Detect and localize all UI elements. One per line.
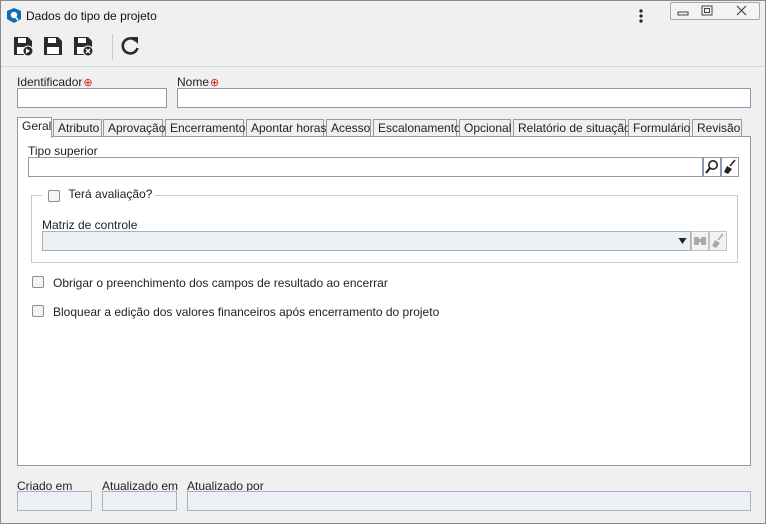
matriz-view-button[interactable] <box>691 231 709 251</box>
obrigar-checkbox[interactable] <box>32 276 44 288</box>
avaliacao-legend: Terá avaliação? <box>42 187 156 203</box>
tab-formulario[interactable]: Formulário <box>628 119 690 137</box>
avaliacao-groupbox: Terá avaliação? Matriz de controle <box>31 187 738 263</box>
window-controls <box>670 2 760 20</box>
tab-geral[interactable]: Geral <box>17 117 52 138</box>
window-title: Dados do tipo de projeto <box>26 9 157 23</box>
clear-button[interactable] <box>721 157 739 177</box>
save-and-close-button[interactable] <box>72 35 94 57</box>
refresh-button[interactable] <box>119 35 141 57</box>
minimize-icon[interactable] <box>671 3 695 19</box>
tab-atributo[interactable]: Atributo <box>53 119 102 137</box>
bloquear-label: Bloquear a edição dos valores financeiro… <box>53 305 440 319</box>
tipo-superior-input[interactable] <box>29 158 702 176</box>
save-and-new-button[interactable] <box>12 35 34 57</box>
search-button[interactable] <box>703 157 721 177</box>
broom-icon <box>712 233 724 248</box>
identificador-field[interactable] <box>17 88 167 108</box>
nome-field[interactable] <box>177 88 751 108</box>
app-icon <box>7 8 21 23</box>
atualizado-por-field <box>187 491 751 511</box>
tab-aprovacao[interactable]: Aprovação <box>103 119 165 137</box>
title-bar[interactable]: Dados do tipo de projeto <box>1 1 765 30</box>
tera-avaliacao-label: Terá avaliação? <box>68 187 153 201</box>
broom-icon <box>724 159 736 174</box>
nome-label: Nome⊕ <box>177 75 220 89</box>
dialog-window: Dados do tipo de projeto Identificador⊕ … <box>0 0 766 524</box>
criado-em-input <box>18 492 91 510</box>
close-icon[interactable] <box>727 3 757 19</box>
more-vert-icon[interactable] <box>634 7 648 25</box>
identificador-label: Identificador⊕ <box>17 75 93 89</box>
tipo-superior-label: Tipo superior <box>28 144 98 158</box>
tab-acesso[interactable]: Acesso <box>326 119 371 137</box>
tab-opcional[interactable]: Opcional <box>459 119 511 137</box>
restore-icon[interactable] <box>695 3 719 19</box>
atualizado-em-input <box>103 492 176 510</box>
save-button[interactable] <box>42 35 64 57</box>
search-icon <box>705 160 718 174</box>
atualizado-em-field <box>102 491 177 511</box>
criado-em-field <box>17 491 92 511</box>
binoculars-icon <box>694 237 706 245</box>
tipo-superior-field[interactable] <box>28 157 703 177</box>
matriz-clear-button[interactable] <box>709 231 727 251</box>
identificador-input[interactable] <box>18 89 166 107</box>
tab-encerramento[interactable]: Encerramento <box>165 119 245 137</box>
bloquear-checkbox[interactable] <box>32 305 44 317</box>
toolbar-separator <box>112 34 113 60</box>
matriz-select[interactable] <box>42 231 691 251</box>
tera-avaliacao-checkbox[interactable] <box>48 190 60 202</box>
nome-input[interactable] <box>178 89 750 107</box>
tab-escalonamento[interactable]: Escalonamento <box>373 119 461 137</box>
atualizado-por-input <box>188 492 750 510</box>
tab-apontar-horas[interactable]: Apontar horas <box>246 119 326 137</box>
tab-relatorio-de-situacao[interactable]: Relatório de situação <box>513 119 631 137</box>
toolbar <box>1 30 765 67</box>
chevron-down-icon <box>678 238 687 244</box>
tab-revisao[interactable]: Revisão <box>692 119 742 137</box>
tab-panel-geral: Tipo superior Terá avaliação? Matriz de … <box>17 136 751 466</box>
matriz-label: Matriz de controle <box>42 218 138 232</box>
obrigar-label: Obrigar o preenchimento dos campos de re… <box>53 276 388 290</box>
